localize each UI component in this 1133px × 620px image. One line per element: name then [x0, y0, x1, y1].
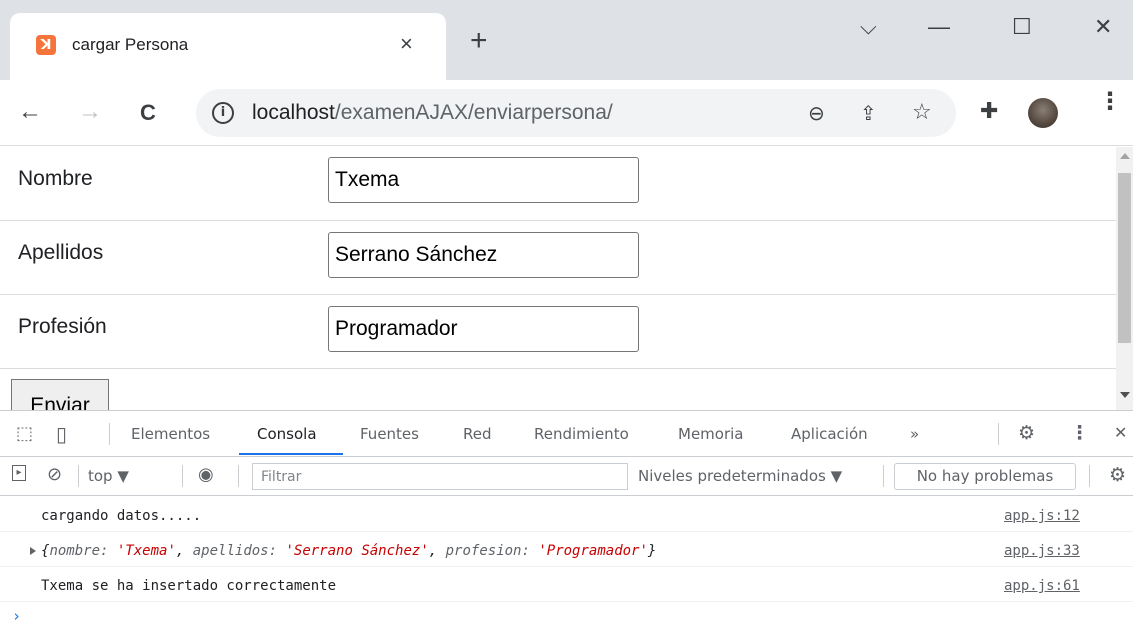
site-info-icon[interactable]: i — [212, 102, 234, 124]
device-toolbar-icon[interactable]: ▯ — [56, 422, 67, 446]
separator — [78, 465, 79, 487]
console-sidebar-icon[interactable]: ▸ — [12, 465, 26, 481]
browser-tab-strip: ꓘ cargar Persona × + ⌵ — ☐ ✕ — [0, 0, 1133, 80]
console-message: {nombre: 'Txema', apellidos: 'Serrano Sá… — [0, 533, 1133, 567]
tab-search-icon[interactable]: ⌵ — [860, 14, 877, 40]
tab-elementos[interactable]: Elementos — [131, 425, 210, 443]
issues-button[interactable]: No hay problemas — [894, 463, 1076, 490]
console-source-link[interactable]: app.js:33 — [1004, 543, 1080, 559]
obj-value-apellidos: 'Serrano Sánchez' — [285, 543, 429, 559]
console-filter-bar: ▸ ⊘ top ▼ ◉ Niveles predeterminados ▼ No… — [0, 457, 1133, 496]
obj-brace-close: } — [647, 543, 657, 559]
tab-aplicacion[interactable]: Aplicación — [791, 425, 868, 443]
form-row-apellidos: Apellidos — [0, 221, 1116, 295]
separator — [238, 465, 239, 487]
xampp-icon: ꓘ — [36, 35, 56, 55]
minimize-icon[interactable]: — — [928, 14, 950, 40]
tab-fuentes[interactable]: Fuentes — [360, 425, 419, 443]
separator — [182, 465, 183, 487]
maximize-icon[interactable]: ☐ — [1012, 14, 1032, 40]
zoom-icon[interactable]: ⊖ — [808, 101, 825, 126]
new-tab-icon[interactable]: + — [470, 26, 488, 56]
nombre-input[interactable] — [328, 157, 639, 203]
extensions-icon[interactable]: ✚ — [980, 98, 998, 124]
obj-key-profesion: profesion: — [445, 543, 539, 559]
inspect-element-icon[interactable]: ⬚ — [16, 423, 33, 444]
active-tab-indicator — [239, 453, 343, 455]
console-source-link[interactable]: app.js:12 — [1004, 508, 1080, 524]
tab-close-icon[interactable]: × — [400, 31, 413, 57]
url-path: /examenAJAX/enviarpersona/ — [334, 101, 613, 124]
tab-red[interactable]: Red — [463, 425, 492, 443]
console-source-link[interactable]: app.js:61 — [1004, 578, 1080, 594]
address-bar[interactable]: i localhost/examenAJAX/enviarpersona/ ⊖ … — [196, 89, 956, 137]
bookmark-star-icon[interactable]: ☆ — [912, 99, 932, 125]
separator — [998, 423, 999, 445]
clear-console-icon[interactable]: ⊘ — [47, 464, 62, 485]
forward-icon[interactable]: → — [78, 98, 102, 126]
apellidos-input[interactable] — [328, 232, 639, 278]
obj-separator: , — [428, 543, 446, 559]
obj-separator: , — [175, 543, 193, 559]
obj-key-nombre: nombre: — [49, 543, 117, 559]
url-text: localhost/examenAJAX/enviarpersona/ — [252, 101, 613, 125]
profile-avatar[interactable] — [1028, 98, 1058, 128]
devtools-settings-icon[interactable]: ⚙ — [1018, 422, 1035, 444]
live-expression-eye-icon[interactable]: ◉ — [198, 464, 214, 485]
obj-value-profesion: 'Programador' — [538, 543, 648, 559]
profesion-input[interactable] — [328, 306, 639, 352]
tab-memoria[interactable]: Memoria — [678, 425, 744, 443]
console-message-text: cargando datos..... — [41, 508, 202, 524]
url-host: localhost — [252, 101, 335, 124]
scroll-up-arrow-icon[interactable] — [1120, 153, 1130, 159]
apellidos-label: Apellidos — [18, 241, 104, 264]
reload-icon[interactable]: C — [140, 100, 156, 126]
console-object-preview[interactable]: {nombre: 'Txema', apellidos: 'Serrano Sá… — [41, 543, 656, 559]
console-message: cargando datos..... app.js:12 — [0, 498, 1133, 532]
browser-menu-icon[interactable]: ⋮ — [1098, 90, 1122, 114]
tab-title: cargar Persona — [72, 35, 189, 54]
console-settings-icon[interactable]: ⚙ — [1109, 464, 1126, 486]
more-tabs-icon[interactable]: » — [910, 425, 919, 443]
profesion-label: Profesión — [18, 315, 107, 338]
console-message: Txema se ha insertado correctamente app.… — [0, 568, 1133, 602]
scroll-thumb[interactable] — [1118, 173, 1131, 343]
page-viewport: Nombre Apellidos Profesión Enviar — [0, 147, 1116, 410]
log-levels-dropdown[interactable]: Niveles predeterminados ▼ — [638, 467, 842, 485]
separator — [109, 423, 110, 445]
devtools-close-icon[interactable]: ✕ — [1114, 423, 1127, 442]
browser-tab[interactable]: ꓘ cargar Persona × — [10, 13, 446, 80]
page-scrollbar[interactable] — [1116, 147, 1133, 410]
devtools-menu-icon[interactable]: ⋮ — [1070, 422, 1089, 444]
obj-value-nombre: 'Txema' — [116, 543, 176, 559]
console-message-text: Txema se ha insertado correctamente — [41, 578, 337, 594]
separator — [883, 465, 884, 487]
window-close-icon[interactable]: ✕ — [1094, 14, 1112, 40]
obj-key-apellidos: apellidos: — [192, 543, 286, 559]
console-filter-input[interactable] — [252, 463, 628, 490]
enviar-button[interactable]: Enviar — [11, 379, 109, 410]
tab-rendimiento[interactable]: Rendimiento — [534, 425, 629, 443]
context-selector[interactable]: top ▼ — [88, 467, 129, 485]
form-row-profesion: Profesión — [0, 295, 1116, 369]
separator — [1089, 465, 1090, 487]
devtools-tab-bar: ⬚ ▯ Elementos Consola Fuentes Red Rendim… — [0, 411, 1133, 457]
nombre-label: Nombre — [18, 167, 93, 190]
expand-object-icon[interactable] — [30, 547, 36, 555]
browser-toolbar: ← → C i localhost/examenAJAX/enviarperso… — [0, 80, 1133, 146]
form-row-nombre: Nombre — [0, 147, 1116, 221]
share-icon[interactable]: ⇪ — [860, 101, 877, 126]
tab-consola[interactable]: Consola — [257, 425, 317, 443]
devtools-panel: ⬚ ▯ Elementos Consola Fuentes Red Rendim… — [0, 410, 1133, 620]
console-prompt-icon[interactable]: › — [12, 607, 21, 620]
scroll-down-arrow-icon[interactable] — [1120, 392, 1130, 398]
back-icon[interactable]: ← — [18, 98, 42, 126]
